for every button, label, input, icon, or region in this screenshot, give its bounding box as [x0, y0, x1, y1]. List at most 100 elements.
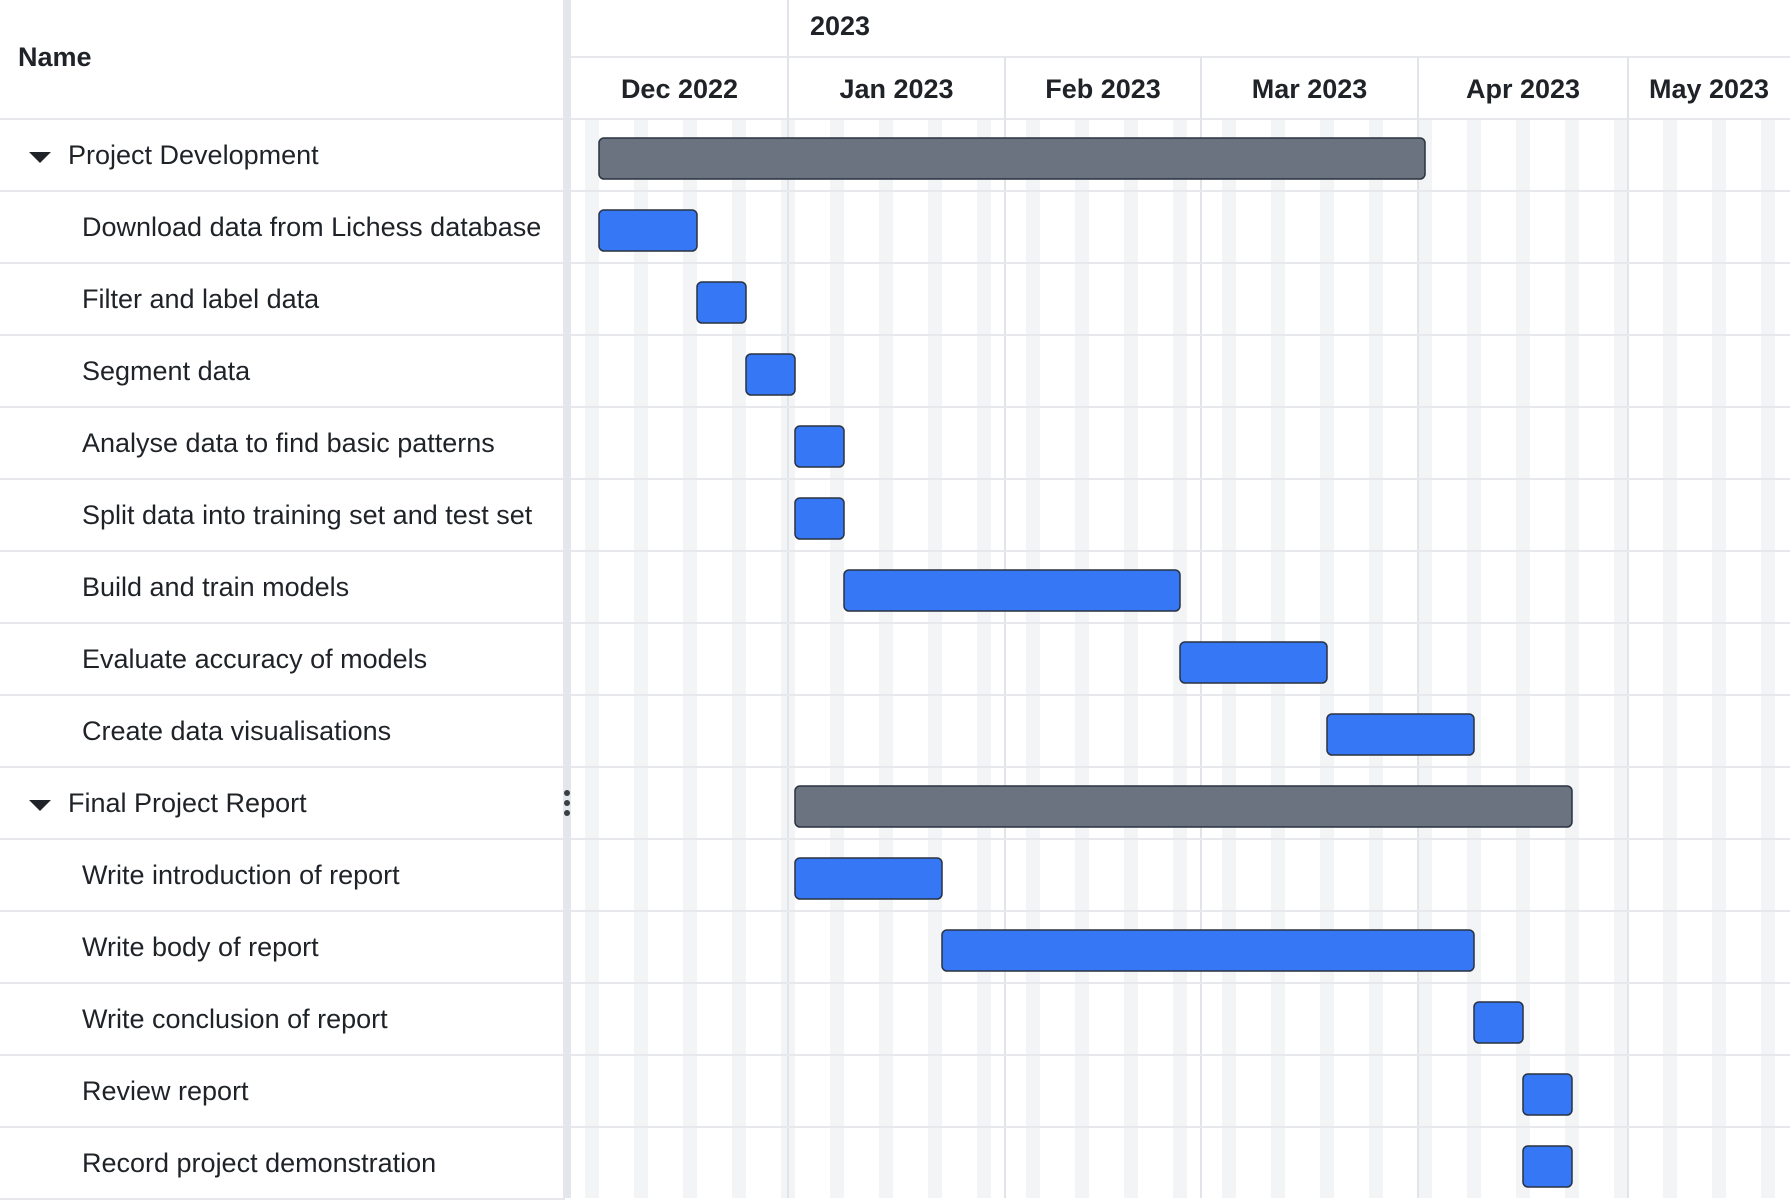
group-name: Final Project Report [68, 788, 307, 818]
weekend-stripe [1124, 120, 1131, 1198]
weekend-stripe [1523, 120, 1530, 1198]
weekend-stripe [683, 120, 690, 1198]
weekend-stripe [1173, 120, 1180, 1198]
task-row[interactable]: Split data into training set and test se… [0, 480, 565, 552]
task-name: Review report [82, 1076, 249, 1106]
column-resizer[interactable] [563, 0, 571, 1198]
task-bar[interactable] [843, 569, 1181, 612]
weekend-stripe [1467, 120, 1474, 1198]
task-name: Write introduction of report [82, 860, 400, 890]
group-bar[interactable] [598, 137, 1426, 180]
weekend-stripe [984, 120, 991, 1198]
weekend-stripe [1327, 120, 1334, 1198]
year-label: 2023 [810, 11, 870, 41]
weekend-stripe [1572, 120, 1579, 1198]
task-name: Write conclusion of report [82, 1004, 388, 1034]
task-row[interactable]: Segment data [0, 336, 565, 408]
task-name: Record project demonstration [82, 1148, 437, 1178]
task-bar[interactable] [1522, 1073, 1573, 1116]
weekend-stripe [1614, 120, 1621, 1198]
weekend-stripe [1565, 120, 1572, 1198]
task-name: Split data into training set and test se… [82, 500, 533, 530]
month-label: Dec 2022 [621, 74, 738, 104]
weekend-stripe [1425, 120, 1432, 1198]
weekend-stripe [1376, 120, 1383, 1198]
weekend-stripe [837, 120, 844, 1198]
weekend-stripe [1663, 120, 1670, 1198]
weekend-stripe [1719, 120, 1726, 1198]
name-column-header[interactable]: Name [18, 42, 92, 73]
task-name: Write body of report [82, 932, 319, 962]
weekend-stripe [1621, 120, 1628, 1198]
task-bar[interactable] [598, 209, 698, 252]
collapse-caret-icon[interactable] [29, 152, 51, 163]
task-name: Analyse data to find basic patterns [82, 428, 495, 458]
weekend-stripe [690, 120, 697, 1198]
group-row[interactable]: Final Project Report [0, 768, 565, 840]
month-label: May 2023 [1649, 74, 1769, 104]
task-bar[interactable] [1473, 1001, 1524, 1044]
weekend-stripe [634, 120, 641, 1198]
task-bar[interactable] [794, 857, 943, 900]
resize-handle-icon[interactable] [564, 790, 570, 820]
month-label: Apr 2023 [1466, 74, 1580, 104]
group-bar[interactable] [794, 785, 1573, 828]
timeline: Dec 2022 Jan 2023 Feb 2023 Mar 2023 Apr 2023… [571, 0, 1790, 1198]
weekend-stripe [641, 120, 648, 1198]
task-row[interactable]: Build and train models [0, 552, 565, 624]
weekend-stripe [1418, 120, 1425, 1198]
weekend-stripe [592, 120, 599, 1198]
month-label: Jan 2023 [839, 74, 953, 104]
task-bar[interactable] [941, 929, 1475, 972]
task-row[interactable]: Review report [0, 1056, 565, 1128]
task-name: Create data visualisations [82, 716, 392, 746]
month-label: Feb 2023 [1045, 74, 1161, 104]
task-bar[interactable] [1326, 713, 1475, 756]
task-name: Build and train models [82, 572, 350, 602]
weekend-stripe [1033, 120, 1040, 1198]
weekend-stripe [1761, 120, 1768, 1198]
weekend-stripe [781, 120, 788, 1198]
task-name: Download data from Lichess database [82, 212, 542, 242]
weekend-stripe [1026, 120, 1033, 1198]
weekend-stripe [1369, 120, 1376, 1198]
task-row[interactable]: Record project demonstration [0, 1128, 565, 1200]
task-name: Evaluate accuracy of models [82, 644, 428, 674]
weekend-stripe [879, 120, 886, 1198]
month-label: Mar 2023 [1252, 74, 1368, 104]
grid-rows: Project Development Download data from Li… [0, 120, 565, 1200]
weekend-stripe [1082, 120, 1089, 1198]
weekend-stripe [585, 120, 592, 1198]
weekend-stripe [788, 120, 795, 1198]
group-name: Project Development [68, 140, 319, 170]
collapse-caret-icon[interactable] [29, 800, 51, 811]
task-row[interactable]: Create data visualisations [0, 696, 565, 768]
task-name: Filter and label data [82, 284, 320, 314]
grid-header: Name [0, 0, 565, 120]
task-name: Segment data [82, 356, 251, 386]
task-row[interactable]: Write introduction of report [0, 840, 565, 912]
weekend-stripe [1075, 120, 1082, 1198]
group-row[interactable]: Project Development [0, 120, 565, 192]
task-row[interactable]: Download data from Lichess database [0, 192, 565, 264]
task-row[interactable]: Filter and label data [0, 264, 565, 336]
task-row[interactable]: Evaluate accuracy of models [0, 624, 565, 696]
weekend-stripe [1670, 120, 1677, 1198]
task-row[interactable]: Write body of report [0, 912, 565, 984]
task-bar[interactable] [745, 353, 796, 396]
task-bar[interactable] [794, 497, 845, 540]
task-bar[interactable] [794, 425, 845, 468]
weekend-stripe [830, 120, 837, 1198]
task-row[interactable]: Write conclusion of report [0, 984, 565, 1056]
task-row[interactable]: Analyse data to find basic patterns [0, 408, 565, 480]
gantt-chart: Name Project Development Download data fr… [0, 0, 1790, 1200]
weekend-stripe [1131, 120, 1138, 1198]
weekend-stripe [1768, 120, 1775, 1198]
weekend-stripe [935, 120, 942, 1198]
timeline-svg: Dec 2022 Jan 2023 Feb 2023 Mar 2023 Apr 2023… [571, 0, 1790, 1198]
weekend-stripe [977, 120, 984, 1198]
task-bar[interactable] [1522, 1145, 1573, 1188]
task-bar[interactable] [1179, 641, 1328, 684]
weekend-stripe [1712, 120, 1719, 1198]
task-bar[interactable] [696, 281, 747, 324]
